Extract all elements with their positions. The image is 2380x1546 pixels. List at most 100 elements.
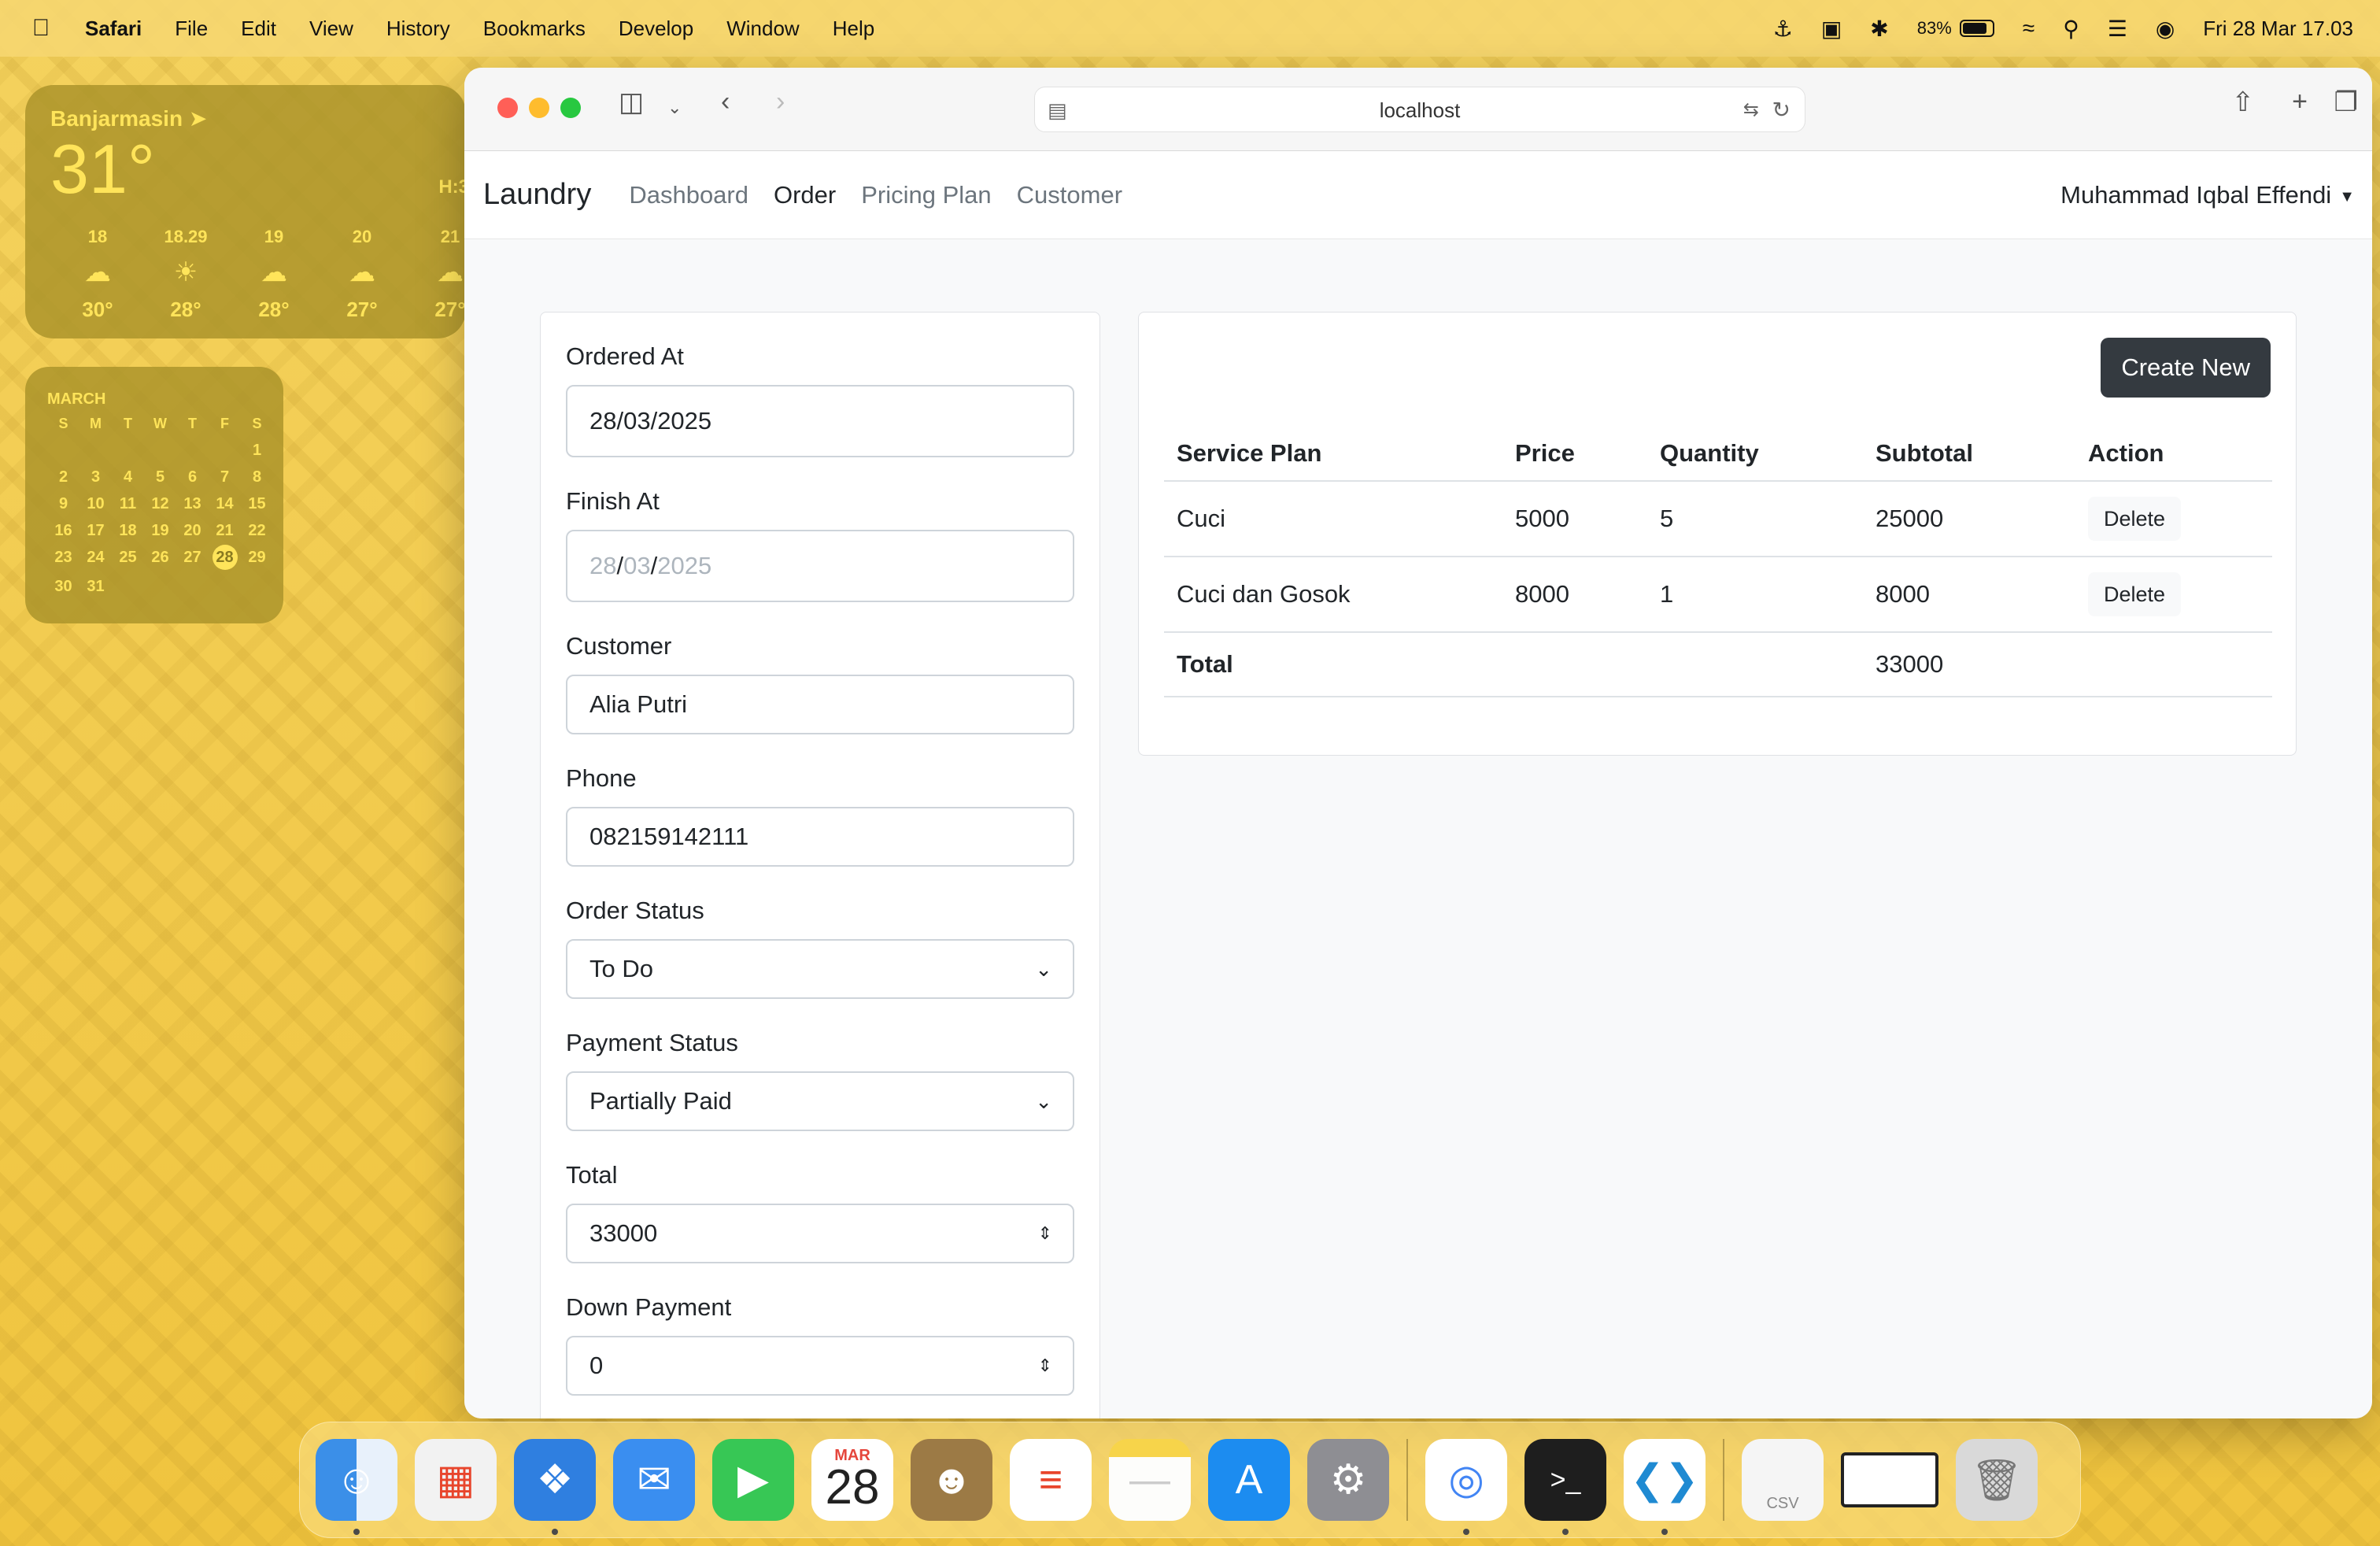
nav-order[interactable]: Order [774, 181, 836, 209]
calendar-month: MARCH [47, 390, 106, 408]
finish-at-label: Finish At [566, 487, 660, 515]
caret-down-icon: ▼ [2339, 187, 2355, 205]
nav-dashboard[interactable]: Dashboard [629, 181, 748, 209]
menu-develop[interactable]: Develop [619, 17, 693, 41]
url-text: localhost [1379, 98, 1461, 122]
contacts-icon[interactable]: ☻ [911, 1439, 992, 1521]
apple-icon[interactable]:  [20, 15, 61, 42]
nav-pricing-plan[interactable]: Pricing Plan [861, 181, 991, 209]
window-thumbnail[interactable] [1841, 1452, 1938, 1507]
csv-file-icon[interactable]: CSV [1742, 1439, 1824, 1521]
mail-icon[interactable]: ✉ [613, 1439, 695, 1521]
address-bar[interactable]: ▤ localhost ⇆ ↻ [1034, 87, 1805, 132]
tab-overview-icon[interactable]: ❐ [2334, 87, 2358, 118]
calendar-widget[interactable]: MARCH S M T W T F S 1 2 3 4 5 6 7 8 9 10 11 12 13 14 15 16 17 18… [25, 367, 283, 623]
menu-history[interactable]: History [386, 17, 450, 41]
weather-widget[interactable]: Banjarmasin ➤ 31° H:3 18 ☁ 30° 18.29 ☀ 28° 1… [25, 85, 466, 338]
calendar-day: 14 [216, 495, 234, 512]
dock-separator [1406, 1439, 1408, 1521]
dock-separator [1723, 1439, 1724, 1521]
close-button[interactable] [497, 98, 518, 118]
siri-icon[interactable]: ◉ [2156, 16, 2175, 42]
customer-group: Customer Alia Putri [566, 632, 1074, 734]
chrome-icon[interactable]: ◎ [1425, 1439, 1507, 1535]
back-icon[interactable]: ‹ [721, 87, 730, 117]
reminders-icon[interactable]: ≡ [1010, 1439, 1092, 1521]
calendar-day: 24 [87, 549, 105, 566]
order-status-label: Order Status [566, 897, 704, 924]
terminal-icon[interactable]: >_ [1524, 1439, 1606, 1535]
finder-icon[interactable]: ☺ [316, 1439, 397, 1535]
translate-icon[interactable]: ⇆ [1743, 87, 1759, 133]
share-icon[interactable]: ⇧ [2232, 87, 2255, 118]
create-new-button[interactable]: Create New [2101, 338, 2271, 398]
menu-edit[interactable]: Edit [241, 17, 276, 41]
wifi-icon[interactable]: ≈ [2023, 16, 2034, 41]
system-settings-icon[interactable]: ⚙ [1307, 1439, 1389, 1521]
brand-logo[interactable]: Laundry [483, 178, 591, 212]
order-status-select[interactable]: To Do ⌄ [566, 939, 1074, 999]
chevron-down-icon[interactable]: ⌄ [667, 98, 682, 118]
finish-at-input[interactable]: 28/03/2025 [566, 530, 1074, 602]
nav-customer[interactable]: Customer [1017, 181, 1122, 209]
calendar-day: 4 [123, 468, 133, 486]
forward-icon[interactable]: › [776, 87, 785, 117]
header-price: Price [1502, 426, 1647, 482]
docker-icon[interactable]: ⚓ [1773, 16, 1793, 42]
bluetooth-icon[interactable]: ✱ [1870, 16, 1888, 42]
menu-view[interactable]: View [309, 17, 353, 41]
box-icon[interactable]: ▣ [1821, 16, 1842, 42]
launchpad-icon[interactable]: ▦ [415, 1439, 497, 1521]
menu-file[interactable]: File [175, 17, 208, 41]
cell-action: Delete [2075, 481, 2272, 557]
safari-icon[interactable]: ❖ [514, 1439, 596, 1535]
notes-icon[interactable]: — [1109, 1439, 1191, 1521]
facetime-icon[interactable]: ▶ [712, 1439, 794, 1521]
calendar-day [176, 440, 209, 460]
reload-icon[interactable]: ↻ [1772, 87, 1791, 133]
menu-app-name[interactable]: Safari [85, 17, 142, 41]
trash-icon[interactable]: 🗑 [1956, 1439, 2038, 1521]
weather-city: Banjarmasin ➤ [50, 106, 208, 131]
total-input[interactable]: 33000 ⇕ [566, 1204, 1074, 1263]
stepper-icon[interactable]: ⇕ [1038, 1205, 1052, 1262]
delete-button[interactable]: Delete [2088, 497, 2182, 541]
control-center-icon[interactable]: ☰ [2108, 16, 2127, 42]
vscode-icon[interactable]: ❮❯ [1624, 1439, 1706, 1535]
dock: ☺ ▦ ❖ ✉ ▶ MAR 28 ☻ ≡ — A ⚙ ◎ >_ ❮❯ CSV 🗑 [299, 1422, 2081, 1538]
battery-status[interactable]: 83% [1917, 18, 1994, 39]
stepper-icon[interactable]: ⇕ [1038, 1337, 1052, 1394]
menu-window[interactable]: Window [726, 17, 799, 41]
calendar-app-icon[interactable]: MAR 28 [811, 1439, 893, 1521]
cell-price: 8000 [1502, 557, 1647, 633]
calendar-day: 25 [119, 549, 137, 566]
customer-input[interactable]: Alia Putri [566, 675, 1074, 734]
new-tab-icon[interactable]: + [2292, 87, 2308, 117]
menubar-datetime[interactable]: Fri 28 Mar 17.03 [2203, 17, 2353, 41]
zoom-button[interactable] [560, 98, 581, 118]
search-icon[interactable]: ⚲ [2063, 16, 2079, 42]
browser-window: ◫ ⌄ ‹ › ▤ localhost ⇆ ↻ ⇧ + ❐ Laundry Da… [464, 68, 2372, 1418]
payment-status-select[interactable]: Partially Paid ⌄ [566, 1071, 1074, 1131]
menu-bookmarks[interactable]: Bookmarks [483, 17, 586, 41]
page-menu-icon[interactable]: ▤ [1048, 87, 1067, 133]
calendar-day [47, 440, 79, 460]
calendar-day: 26 [151, 549, 169, 566]
table-row: Cuci 5000 5 25000 Delete [1164, 481, 2272, 557]
header-subtotal: Subtotal [1863, 426, 2075, 482]
delete-button[interactable]: Delete [2088, 572, 2182, 616]
user-dropdown[interactable]: Muhammad Iqbal Effendi ▼ [2060, 151, 2355, 241]
ordered-at-input[interactable]: 28/03/2025 [566, 385, 1074, 457]
phone-input[interactable]: 082159142111 [566, 807, 1074, 867]
menu-help[interactable]: Help [833, 17, 874, 41]
calendar-day: 22 [248, 522, 266, 539]
cloud-icon: ☁ [437, 257, 464, 287]
chevron-down-icon: ⌄ [1035, 1089, 1052, 1113]
minimize-button[interactable] [529, 98, 549, 118]
app-store-icon[interactable]: A [1208, 1439, 1290, 1521]
sunset-icon: ☀ [173, 257, 198, 287]
down-payment-group: Down Payment 0 ⇕ [566, 1293, 1074, 1396]
sidebar-icon[interactable]: ◫ [619, 87, 644, 118]
down-payment-input[interactable]: 0 ⇕ [566, 1336, 1074, 1396]
calendar-day: 31 [87, 578, 105, 595]
